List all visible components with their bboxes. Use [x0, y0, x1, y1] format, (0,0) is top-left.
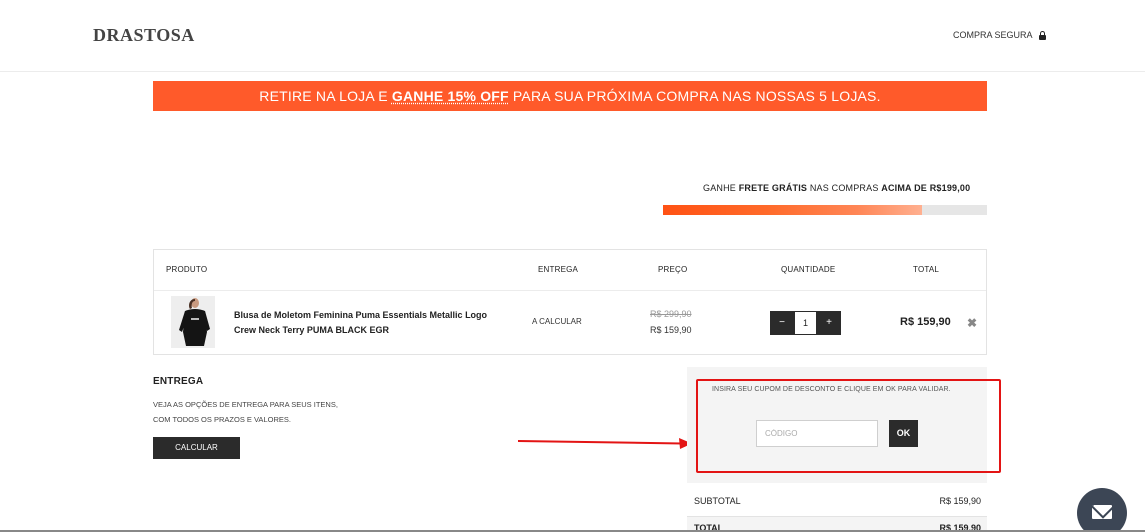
contact-mail-button[interactable] — [1077, 488, 1127, 532]
quantity-decrement-button[interactable]: − — [770, 311, 794, 335]
coupon-hint: INSIRA SEU CUPOM DE DESCONTO E CLIQUE EM… — [712, 386, 951, 393]
promo-banner: RETIRE NA LOJA E GANHE 15% OFF PARA SUA … — [153, 81, 987, 111]
brand-logo[interactable]: DRASTOSA — [93, 25, 195, 46]
coupon-code-input[interactable] — [756, 420, 878, 447]
delivery-description-line-1: VEJA AS OPÇÕES DE ENTREGA PARA SEUS ITEN… — [153, 400, 338, 409]
delivery-description-line-2: COM TODOS OS PRAZOS E VALORES. — [153, 415, 291, 424]
free-shipping-highlight: FRETE GRÁTIS — [738, 183, 808, 193]
secure-purchase-label: COMPRA SEGURA — [953, 30, 1033, 40]
header-quantidade: QUANTIDADE — [781, 265, 836, 274]
promo-text-end: PARA SUA PRÓXIMA COMPRA NAS NOSSAS 5 LOJ… — [508, 88, 881, 104]
coupon-ok-button[interactable]: OK — [889, 420, 918, 447]
quantity-stepper: − 1 + — [770, 311, 841, 335]
promo-highlight: GANHE 15% OFF — [391, 88, 509, 104]
header-preco: PREÇO — [658, 265, 688, 274]
delivery-section-description: VEJA AS OPÇÕES DE ENTREGA PARA SEUS ITEN… — [153, 397, 338, 427]
remove-icon[interactable]: ✖ — [967, 316, 977, 330]
promo-text-start: RETIRE NA LOJA E — [259, 88, 392, 104]
site-header: DRASTOSA COMPRA SEGURA — [0, 0, 1145, 72]
product-image — [171, 296, 215, 348]
table-divider — [154, 290, 986, 291]
delivery-value: A CALCULAR — [532, 317, 582, 326]
quantity-input[interactable]: 1 — [794, 311, 817, 335]
arrow-annotation — [517, 438, 692, 449]
item-total: R$ 159,90 — [900, 316, 951, 328]
free-shipping-text-2: NAS COMPRAS — [807, 183, 882, 193]
subtotal-value: R$ 159,90 — [939, 496, 981, 506]
free-shipping-progress-bar — [663, 205, 987, 215]
header-total: TOTAL — [913, 265, 940, 274]
product-name-link[interactable]: Blusa de Moletom Feminina Puma Essential… — [234, 308, 504, 338]
header-produto: PRODUTO — [166, 265, 208, 274]
free-shipping-threshold: ACIMA DE R$199,00 — [881, 183, 971, 193]
subtotal-row: SUBTOTAL R$ 159,90 — [687, 490, 987, 514]
free-shipping-progress-fill — [663, 205, 923, 215]
calculate-shipping-button[interactable]: CALCULAR — [153, 437, 240, 459]
quantity-increment-button[interactable]: + — [817, 311, 841, 335]
cart-table: PRODUTO ENTREGA PREÇO QUANTIDADE TOTAL B… — [153, 249, 987, 355]
original-price: R$ 299,90 — [650, 309, 692, 319]
current-price: R$ 159,90 — [650, 325, 692, 335]
product-thumbnail[interactable] — [171, 296, 215, 348]
lock-icon — [1038, 30, 1046, 40]
header-entrega: ENTREGA — [538, 265, 579, 274]
subtotal-label: SUBTOTAL — [694, 496, 741, 506]
mail-icon — [1092, 505, 1112, 519]
free-shipping-message: GANHE FRETE GRÁTIS NAS COMPRAS ACIMA DE … — [703, 183, 970, 193]
secure-purchase-indicator: COMPRA SEGURA — [953, 30, 1046, 40]
delivery-section-title: ENTREGA — [153, 376, 204, 387]
free-shipping-text-1: GANHE — [703, 183, 739, 193]
